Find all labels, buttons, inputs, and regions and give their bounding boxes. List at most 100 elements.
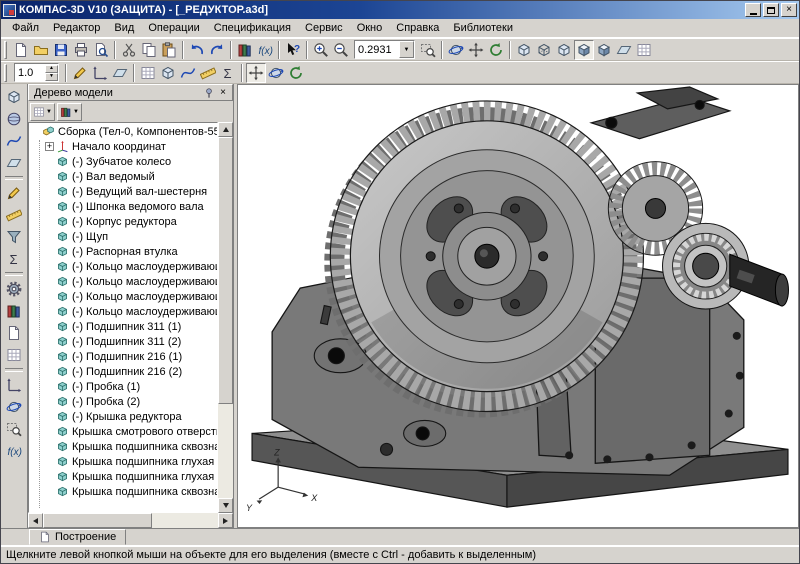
local-csys-button[interactable] [90,63,110,83]
tree-expander[interactable] [45,202,54,211]
tree-composition-button[interactable]: ▼ [57,103,82,121]
tree-item[interactable]: (-) Кольцо маслоудерживающее 2 (1) [31,274,217,289]
tab-postroenie[interactable]: Построение [29,529,126,545]
variables-button[interactable] [255,40,275,60]
context-help-button[interactable] [283,40,303,60]
zoom-in-button[interactable] [311,40,331,60]
rotate-tool-button[interactable] [266,63,286,83]
tree-item[interactable]: Крышка подшипника глухая [31,454,217,469]
copy-button[interactable] [139,40,159,60]
tree-item[interactable]: (-) Шпонка ведомого вала [31,199,217,214]
shaded-button[interactable] [574,40,594,60]
tree-item-origin[interactable]: + Начало координат [31,139,217,154]
titlebar[interactable]: КОМПАС-3D V10 (ЗАЩИТА) - [_РЕДУКТОР.a3d]… [1,1,799,19]
settings-button[interactable] [3,278,25,300]
tree-expander[interactable] [45,217,54,226]
spin-down-button[interactable]: ▼ [45,73,58,81]
tree-item[interactable]: (-) Подшипник 311 (1) [31,319,217,334]
model-tree[interactable]: Сборка (Тел-0, Компонентов-55) + Начало … [28,122,218,513]
tree-expander[interactable] [45,352,54,361]
new-sheet-button[interactable] [3,322,25,344]
tree-expander[interactable] [45,172,54,181]
tree-expander[interactable] [45,397,54,406]
undo-button[interactable] [187,40,207,60]
new-document-button[interactable] [11,40,31,60]
tree-expander[interactable] [45,262,54,271]
tree-expander[interactable] [45,472,54,481]
tree-structure-button[interactable]: ▼ [30,103,55,121]
library-manager-button[interactable] [235,40,255,60]
paste-button[interactable] [159,40,179,60]
tree-item[interactable]: (-) Кольцо маслоудерживающее 2 (2) [31,304,217,319]
menu-item-libraries[interactable]: Библиотеки [446,20,520,36]
tree-item[interactable]: (-) Пробка (1) [31,379,217,394]
refresh-image-button[interactable] [486,40,506,60]
tree-expander[interactable] [45,187,54,196]
tree-expander[interactable] [45,487,54,496]
tree-item[interactable]: (-) Ведущий вал-шестерня [31,184,217,199]
filters-button[interactable] [3,226,25,248]
pin-panel-button[interactable] [202,86,216,99]
scroll-up-button[interactable] [218,122,233,137]
spatial-curve-button[interactable] [178,63,198,83]
zoom-scale-combo[interactable]: 0.2931 ▼ [354,40,415,59]
menu-item-specification[interactable]: Спецификация [207,20,298,36]
menu-item-window[interactable]: Окно [350,20,390,36]
tree-item[interactable]: (-) Корпус редуктора [31,214,217,229]
specification-button[interactable] [3,248,25,270]
zoom-area-button[interactable] [418,40,438,60]
tree-vertical-scrollbar[interactable] [218,122,233,513]
tree-expander[interactable] [45,322,54,331]
spin-up-button[interactable]: ▲ [45,65,58,73]
libraries-button[interactable] [3,300,25,322]
orientation-list-button[interactable] [158,63,178,83]
construction-geometry-button[interactable] [3,152,25,174]
tree-item[interactable]: Крышка подшипника глухая [31,469,217,484]
tree-item[interactable]: (-) Крышка редуктора [31,409,217,424]
3d-viewport[interactable]: Z X Y [237,84,799,528]
scrollbar-track[interactable] [43,513,218,528]
combo-dropdown-button[interactable]: ▼ [399,41,414,58]
tree-item[interactable]: Крышка смотрового отверстия [31,424,217,439]
scrollbar-track[interactable] [218,137,233,498]
close-button[interactable]: × [781,3,797,17]
tree-item[interactable]: (-) Зубчатое колесо [31,154,217,169]
tree-expander[interactable] [45,382,54,391]
tree-expander[interactable] [31,127,40,136]
toolbar-grip[interactable] [4,64,7,82]
grid-button[interactable] [3,344,25,366]
scrollbar-thumb[interactable] [218,137,233,404]
tree-item[interactable]: (-) Вал ведомый [31,169,217,184]
tree-expander[interactable] [45,457,54,466]
print-button[interactable] [71,40,91,60]
perspective-button[interactable] [614,40,634,60]
menu-item-operations[interactable]: Операции [141,20,206,36]
wireframe-button[interactable] [534,40,554,60]
orientation-button[interactable] [514,40,534,60]
pan-tool-button[interactable] [246,63,266,83]
scrollbar-thumb[interactable] [43,513,152,528]
save-button[interactable] [51,40,71,60]
tree-panel-header[interactable]: Дерево модели × [28,84,233,101]
orbit-button[interactable] [3,396,25,418]
cut-button[interactable] [119,40,139,60]
increment-combo[interactable]: 1.0 ▲ ▼ [14,63,59,82]
tree-item[interactable]: (-) Пробка (2) [31,394,217,409]
redo-button[interactable] [207,40,227,60]
tree-item[interactable]: (-) Распорная втулка [31,244,217,259]
variables-panel-button[interactable] [3,440,25,462]
tree-expander[interactable] [45,232,54,241]
menu-item-file[interactable]: Файл [5,20,46,36]
construction-plane-button[interactable] [110,63,130,83]
zoom-frame-button[interactable] [3,418,25,440]
tree-expander[interactable] [45,367,54,376]
tree-item[interactable]: (-) Подшипник 216 (2) [31,364,217,379]
shaded-wireframe-button[interactable] [594,40,614,60]
toolbar-grip[interactable] [4,41,7,59]
scroll-right-button[interactable] [218,513,233,528]
close-panel-button[interactable]: × [216,86,230,99]
tree-expander[interactable] [45,337,54,346]
tree-horizontal-scrollbar[interactable] [28,513,233,528]
menu-item-service[interactable]: Сервис [298,20,350,36]
tree-item[interactable]: (-) Подшипник 216 (1) [31,349,217,364]
